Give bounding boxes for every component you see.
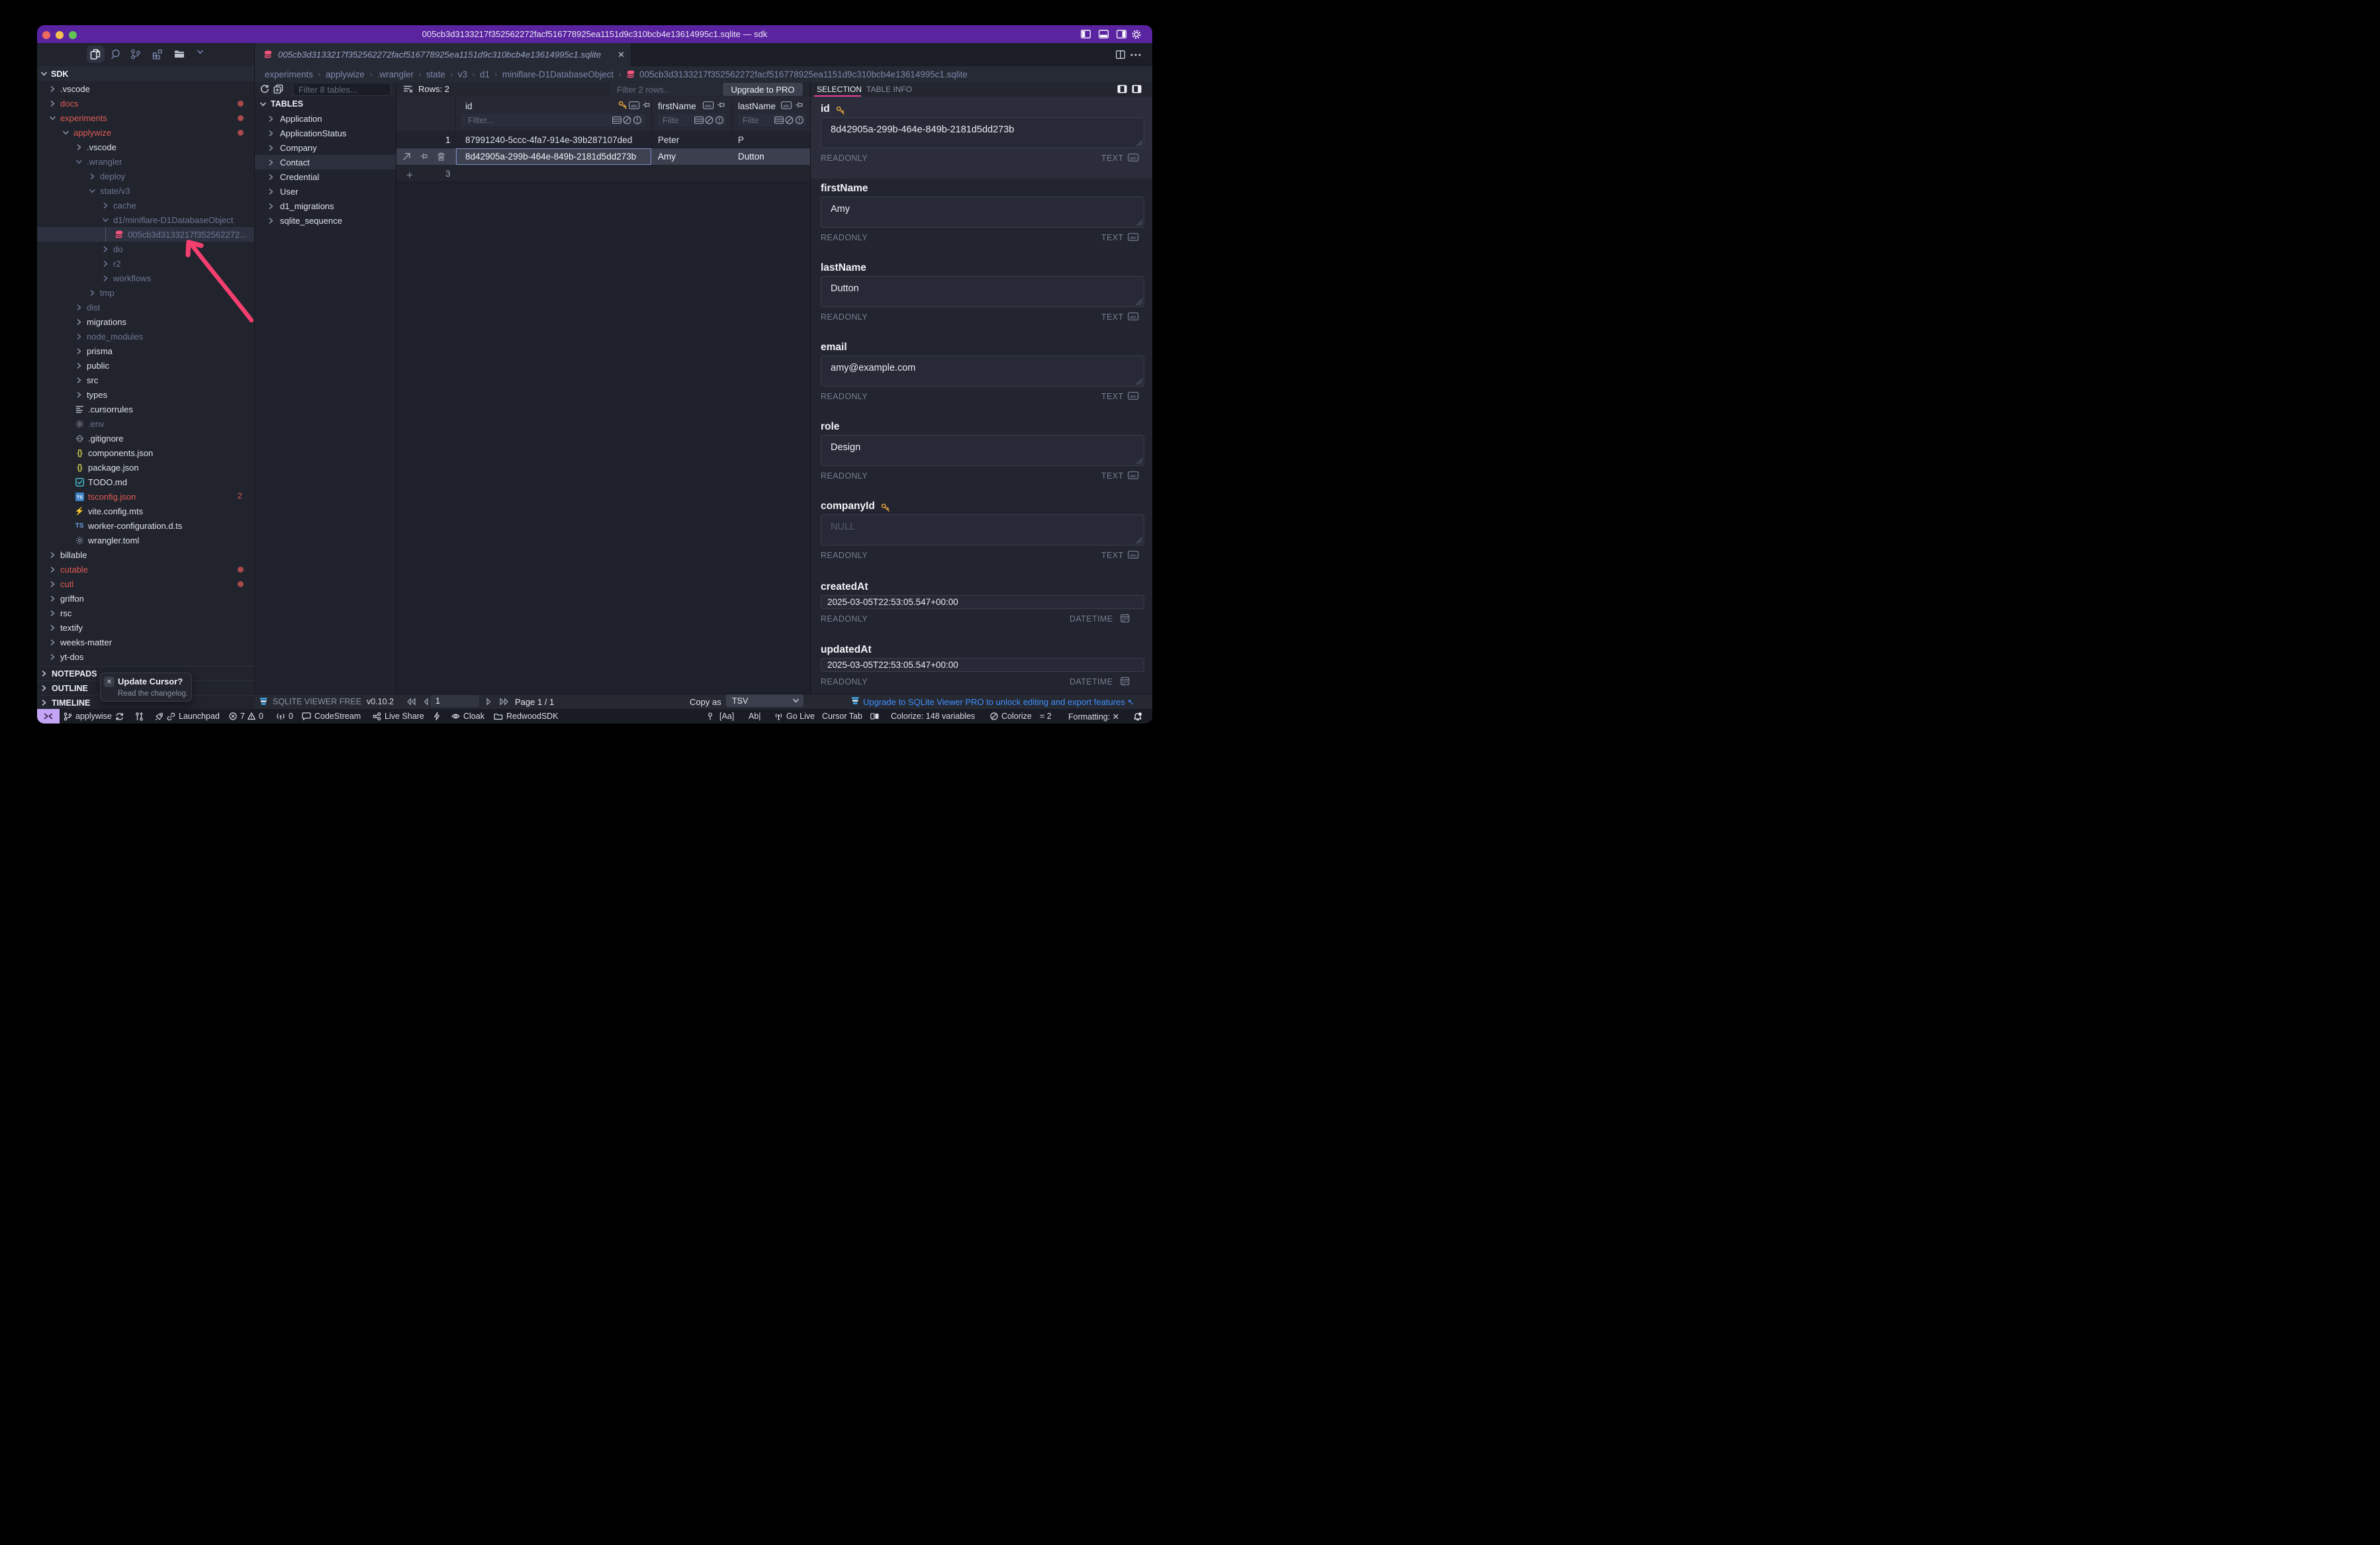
svg-text:abc: abc <box>1130 236 1137 240</box>
svg-text:abc: abc <box>1130 395 1137 399</box>
svg-text:TS: TS <box>77 495 83 500</box>
svg-text:abc: abc <box>1130 474 1137 479</box>
svg-text:abc: abc <box>705 104 712 109</box>
svg-text:abc: abc <box>783 104 790 109</box>
svg-text:abc: abc <box>1130 156 1137 161</box>
svg-text:abc: abc <box>1130 553 1137 558</box>
svg-text:abc: abc <box>631 104 638 109</box>
svg-text:abc: abc <box>1130 315 1137 320</box>
